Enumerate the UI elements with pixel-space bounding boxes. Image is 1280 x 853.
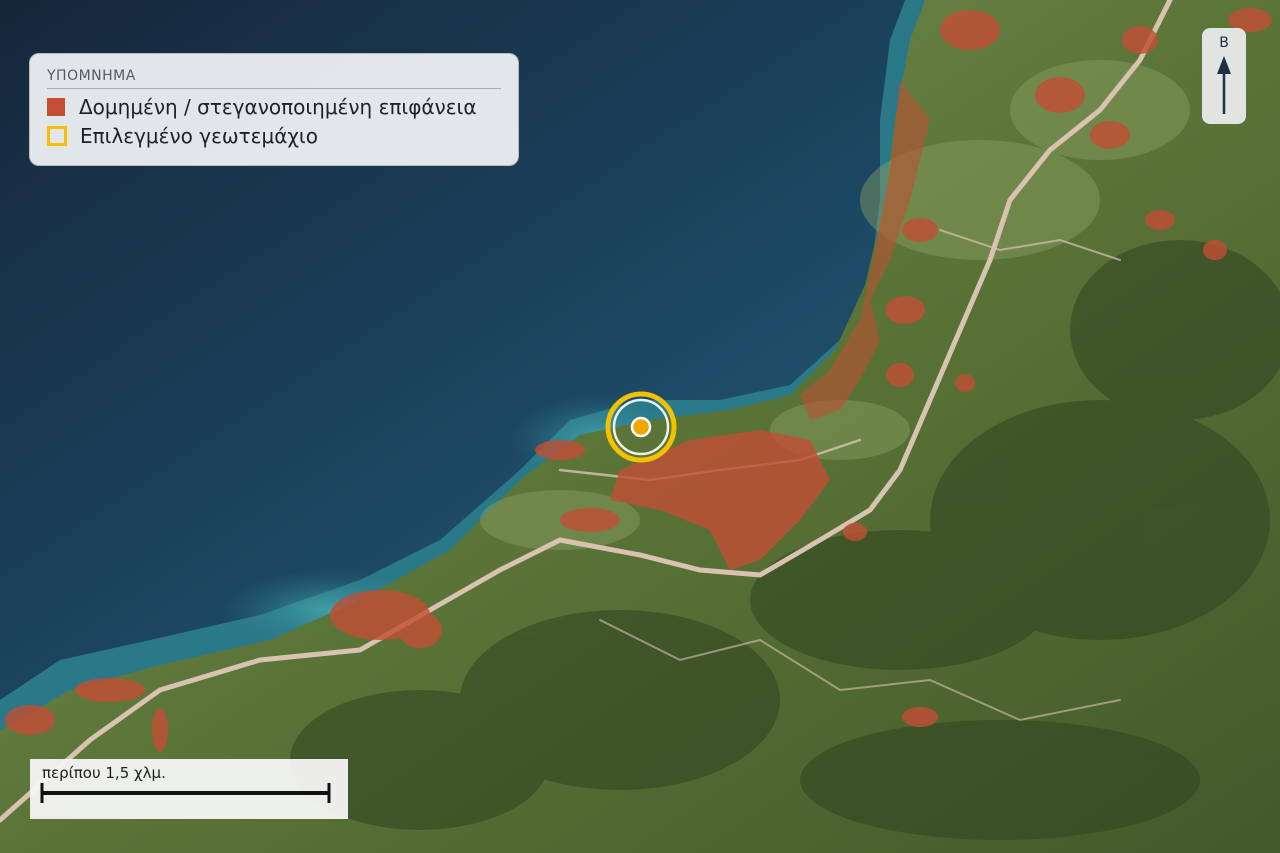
legend-title: ΥΠΟΜΝΗΜΑ: [47, 68, 136, 84]
legend-item-label: Δομημένη / στεγανοποιημένη επιφάνεια: [79, 95, 477, 119]
legend-item-selected-parcel: Επιλεγμένο γεωτεμάχιο: [47, 124, 318, 148]
legend-item-built-up: Δομημένη / στεγανοποιημένη επιφάνεια: [47, 95, 477, 119]
north-label: Β: [1219, 35, 1229, 51]
legend-item-label: Επιλεγμένο γεωτεμάχιο: [80, 124, 318, 148]
built-up-swatch-icon: [47, 98, 65, 116]
north-arrow: Β: [1202, 28, 1246, 124]
parcel-center-dot: [630, 416, 652, 438]
scale-bar-graphic: [40, 783, 331, 803]
north-arrow-icon: [1217, 56, 1231, 114]
map-legend: ΥΠΟΜΝΗΜΑ Δομημένη / στεγανοποιημένη επιφ…: [29, 53, 519, 166]
legend-divider: [47, 88, 501, 89]
selected-parcel-swatch-icon: [47, 126, 67, 146]
scale-bar: περίπου 1,5 χλμ.: [30, 759, 348, 819]
